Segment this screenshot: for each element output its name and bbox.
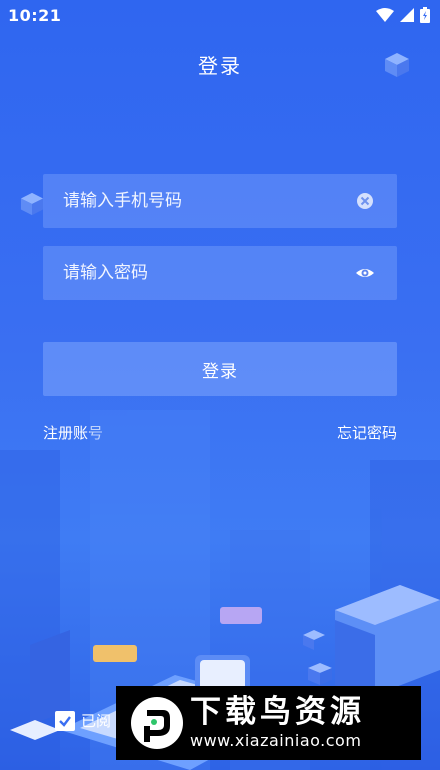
status-icons xyxy=(376,7,430,23)
password-field[interactable] xyxy=(43,246,397,300)
eye-icon[interactable] xyxy=(355,263,375,283)
watermark-banner: 下载鸟资源 www.xiazainiao.com xyxy=(116,686,421,760)
watermark-url: www.xiazainiao.com xyxy=(190,731,362,750)
phone-input[interactable] xyxy=(43,190,345,212)
clear-icon[interactable] xyxy=(355,191,375,211)
cube-decoration xyxy=(385,53,409,77)
login-button[interactable]: 登录 xyxy=(43,342,397,396)
watermark-title: 下载鸟资源 xyxy=(190,694,365,730)
status-time: 10:21 xyxy=(8,6,62,25)
agreement-checkbox[interactable] xyxy=(55,710,75,731)
checkmark-icon xyxy=(59,715,71,727)
password-input[interactable] xyxy=(43,262,345,284)
agreement-row[interactable]: 已阅 xyxy=(55,710,111,731)
page-title: 登录 xyxy=(198,54,242,78)
status-bar: 10:21 xyxy=(0,0,440,30)
signal-icon xyxy=(400,8,414,22)
agreement-text: 已阅 xyxy=(81,712,112,730)
cube-decoration xyxy=(20,192,44,216)
bird-logo-icon xyxy=(131,697,183,749)
battery-icon xyxy=(420,7,430,23)
wifi-icon xyxy=(376,8,394,22)
phone-field[interactable] xyxy=(43,174,397,228)
